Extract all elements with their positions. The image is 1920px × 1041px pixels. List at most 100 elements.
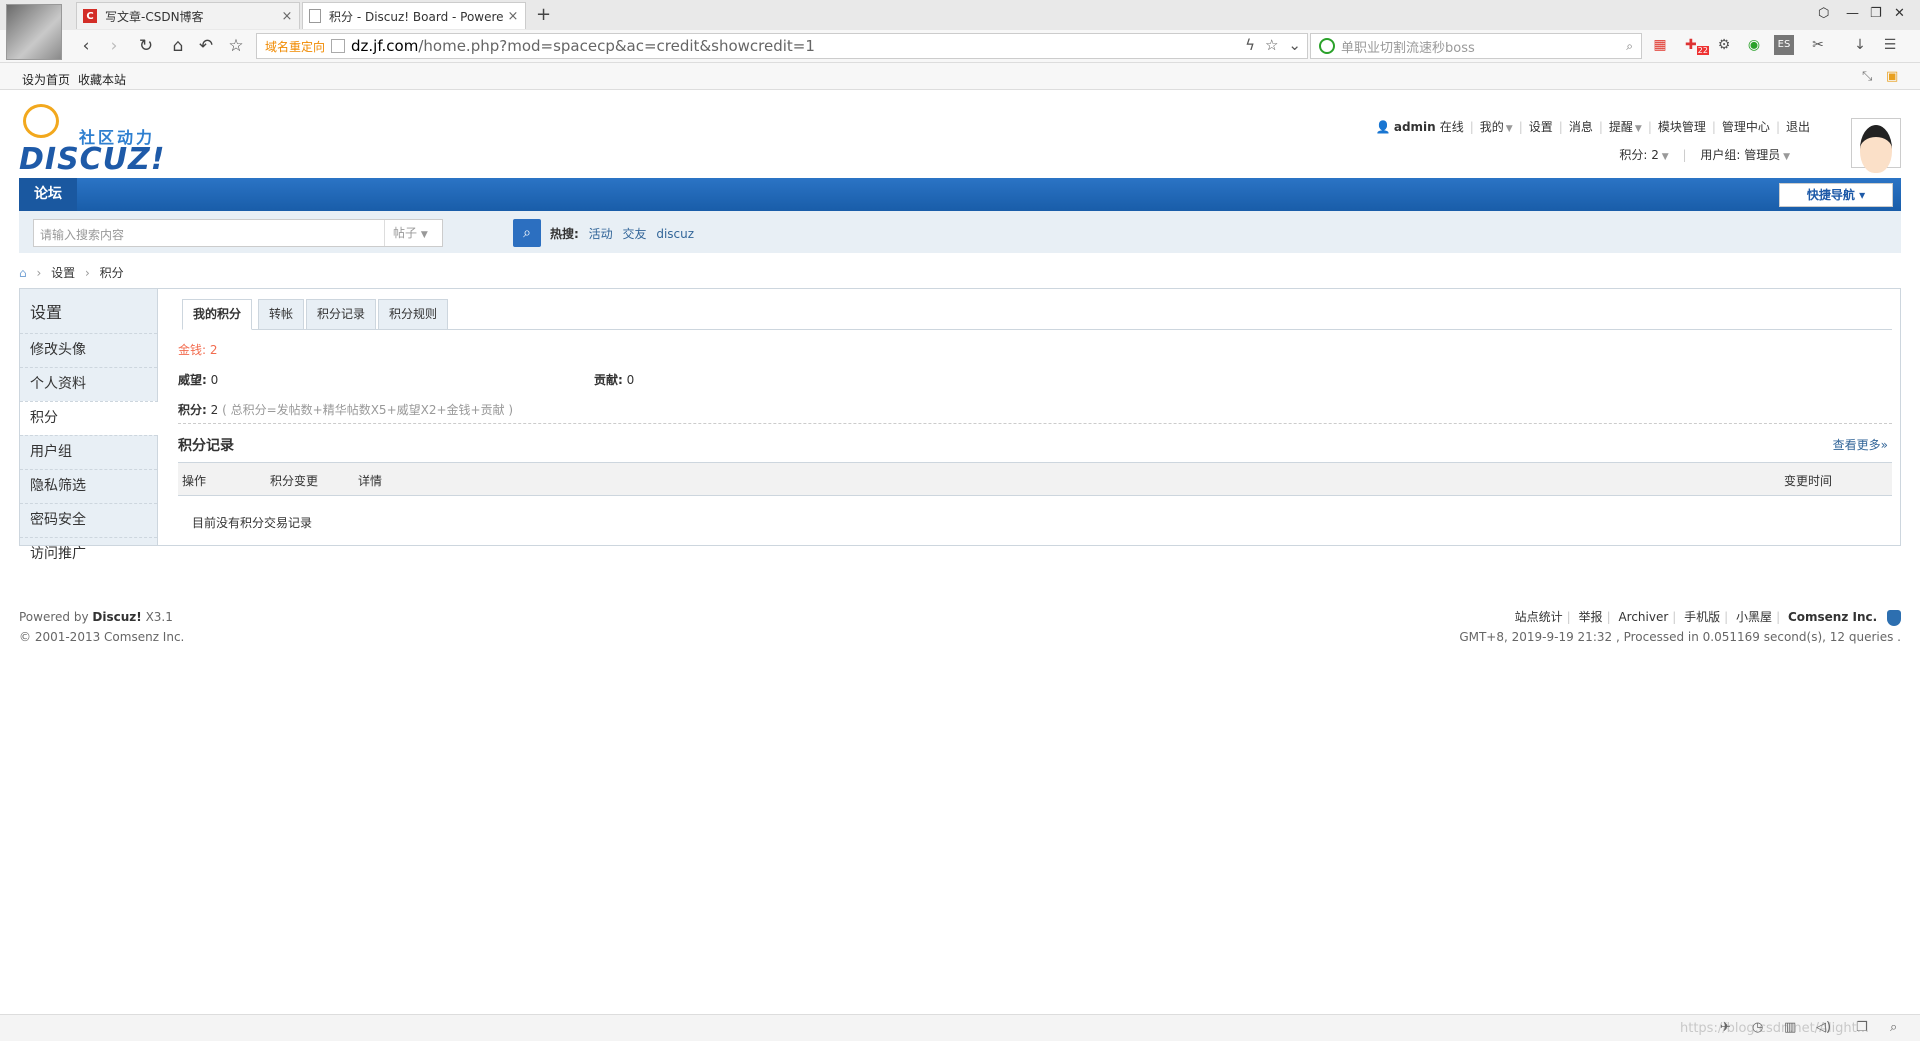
sidebar-item-profile[interactable]: 个人资料 xyxy=(20,367,157,401)
module-manage-link[interactable]: 模块管理 xyxy=(1658,118,1706,135)
hot-word-activity[interactable]: 活动 xyxy=(589,227,613,241)
url-path: /home.php?mod=spacecp&ac=credit&showcred… xyxy=(418,37,815,55)
back-icon[interactable]: ‹ xyxy=(76,36,96,56)
extension-badge-icon[interactable]: ✚22 xyxy=(1685,35,1709,55)
bookmark-star-icon[interactable]: ☆ xyxy=(1265,36,1278,54)
close-tab-icon[interactable]: × xyxy=(279,9,295,24)
page-favicon-icon xyxy=(309,9,321,23)
admin-center-link[interactable]: 管理中心 xyxy=(1722,118,1770,135)
undo-close-icon[interactable]: ↶ xyxy=(196,36,216,56)
hot-search-label: 热搜: xyxy=(550,227,579,241)
powered-by-link[interactable]: Discuz! xyxy=(92,610,141,624)
lightning-icon[interactable]: ϟ xyxy=(1245,36,1255,54)
forward-icon[interactable]: › xyxy=(104,36,124,56)
contribution-value: 0 xyxy=(626,373,635,387)
url-dropdown-icon[interactable]: ⌄ xyxy=(1288,36,1301,54)
search-category-select[interactable]: 帖子 ▼ xyxy=(384,220,442,246)
settings-sidebar: 设置 修改头像 个人资料 积分 用户组 隐私筛选 密码安全 访问推广 xyxy=(20,289,158,562)
download-icon[interactable]: ↓ xyxy=(1850,35,1870,55)
skin-icon[interactable]: ⬡ xyxy=(1818,6,1829,21)
bookmark-add-favorite[interactable]: 收藏本站 xyxy=(78,71,126,88)
tab-credit-rules[interactable]: 积分规则 xyxy=(378,299,449,330)
notifications-menu[interactable]: 提醒 ▼ xyxy=(1609,118,1642,135)
home-icon[interactable]: ⌂ xyxy=(19,266,27,280)
browser-profile-avatar[interactable] xyxy=(6,4,62,60)
sidebar-item-promotion[interactable]: 访问推广 xyxy=(20,537,157,571)
restore-icon[interactable]: ❐ xyxy=(1870,6,1882,21)
bookmark-set-homepage[interactable]: 设为首页 xyxy=(22,71,70,88)
globe-icon[interactable]: ◉ xyxy=(1744,35,1764,55)
trash-icon[interactable]: ▥ xyxy=(1784,1020,1796,1035)
pin-icon[interactable]: ✈ xyxy=(1720,1020,1731,1035)
total-credit-label: 积分: xyxy=(178,403,207,417)
powered-by: Powered by Discuz! X3.1 xyxy=(19,610,173,624)
breadcrumb-settings[interactable]: 设置 xyxy=(51,266,75,280)
new-tab-icon[interactable]: + xyxy=(536,4,551,25)
nav-forum[interactable]: 论坛 xyxy=(19,178,77,211)
search-engine-icon[interactable] xyxy=(1319,38,1335,54)
credit-log-header: 操作 积分变更 详情 变更时间 xyxy=(178,462,1892,496)
sidebar-item-privacy[interactable]: 隐私筛选 xyxy=(20,469,157,503)
browser-tabbar: C 写文章-CSDN博客 × 积分 - Discuz! Board - Powe… xyxy=(0,0,1920,30)
window-icon[interactable]: ❐ xyxy=(1856,1020,1868,1035)
favorite-star-icon[interactable]: ☆ xyxy=(226,36,246,56)
es-extension-icon[interactable]: ES xyxy=(1774,35,1794,55)
divider xyxy=(178,423,1892,424)
footer-link-mobile[interactable]: 手机版 xyxy=(1684,610,1720,624)
usergroup-menu[interactable]: 用户组: 管理员 ▼ xyxy=(1700,148,1790,162)
footer-link-blackroom[interactable]: 小黑屋 xyxy=(1736,610,1772,624)
search-icon[interactable]: ⌕ xyxy=(1626,39,1633,54)
tab-my-credit[interactable]: 我的积分 xyxy=(182,299,253,330)
search-icon: ⌕ xyxy=(523,225,531,241)
my-menu[interactable]: 我的 ▼ xyxy=(1480,118,1513,135)
col-change-time: 变更时间 xyxy=(1784,474,1833,488)
browser-tab-credit[interactable]: 积分 - Discuz! Board - Powere × xyxy=(302,2,526,29)
address-bar[interactable]: 域名重定向 dz.jf.com /home.php?mod=spacecp&ac… xyxy=(256,33,1308,59)
sidebar-item-avatar[interactable]: 修改头像 xyxy=(20,333,157,367)
hot-word-discuz[interactable]: discuz xyxy=(656,227,694,241)
site-search-input[interactable]: 请输入搜索内容 帖子 ▼ xyxy=(33,219,443,247)
sidebar-item-credit[interactable]: 积分 xyxy=(20,401,158,435)
hot-word-friends[interactable]: 交友 xyxy=(622,227,646,241)
site-logo[interactable]: 社区动力 DISCUZ! xyxy=(19,104,164,177)
volume-icon[interactable]: ◁) xyxy=(1816,1020,1831,1035)
search-button[interactable]: ⌕ xyxy=(513,219,541,247)
collapse-icon[interactable]: ⤡ xyxy=(1862,69,1872,84)
settings-link[interactable]: 设置 xyxy=(1529,118,1553,135)
browser-search-box[interactable]: 单职业切割流速秒boss ⌕ xyxy=(1310,33,1642,59)
username-link[interactable]: admin xyxy=(1394,120,1436,134)
footer-company[interactable]: Comsenz Inc. xyxy=(1788,610,1877,624)
apps-grid-icon[interactable]: ▦ xyxy=(1650,35,1670,55)
page-info-icon[interactable] xyxy=(331,39,346,53)
user-avatar[interactable] xyxy=(1851,118,1901,173)
minimize-icon[interactable]: — xyxy=(1846,6,1859,21)
notes-icon[interactable]: ▣ xyxy=(1886,69,1898,84)
url-domain: dz.jf.com xyxy=(351,37,419,55)
footer-link-archiver[interactable]: Archiver xyxy=(1618,610,1668,624)
history-icon[interactable]: ◷ xyxy=(1752,1020,1763,1035)
contribution-row: 贡献: 0 xyxy=(594,371,634,388)
tab-credit-log[interactable]: 积分记录 xyxy=(306,299,377,330)
zoom-icon[interactable]: ⌕ xyxy=(1890,1020,1897,1035)
logout-link[interactable]: 退出 xyxy=(1786,118,1810,135)
credit-menu[interactable]: 积分: 2 ▼ xyxy=(1619,148,1668,162)
col-credit-change: 积分变更 xyxy=(270,474,319,488)
view-more-link[interactable]: 查看更多» xyxy=(1833,436,1888,453)
menu-icon[interactable]: ☰ xyxy=(1880,35,1900,55)
sidebar-item-password[interactable]: 密码安全 xyxy=(20,503,157,537)
footer-link-report[interactable]: 举报 xyxy=(1579,610,1603,624)
footer-link-stats[interactable]: 站点统计 xyxy=(1515,610,1563,624)
reload-icon[interactable]: ↻ xyxy=(136,36,156,56)
close-window-icon[interactable]: ✕ xyxy=(1894,6,1905,21)
home-icon[interactable]: ⌂ xyxy=(168,36,188,56)
security-shield-icon[interactable] xyxy=(1887,609,1901,626)
close-tab-icon[interactable]: × xyxy=(505,9,521,24)
browser-tab-csdn[interactable]: C 写文章-CSDN博客 × xyxy=(76,2,300,29)
quick-nav-button[interactable]: 快捷导航 ▾ xyxy=(1779,183,1893,207)
tab-transfer[interactable]: 转帐 xyxy=(258,299,305,330)
translate-icon[interactable]: ⚙ xyxy=(1714,35,1734,55)
hot-search: 热搜: 活动 交友 discuz xyxy=(550,225,694,242)
sidebar-item-usergroup[interactable]: 用户组 xyxy=(20,435,157,469)
scissors-icon[interactable]: ✂ xyxy=(1808,35,1828,55)
messages-link[interactable]: 消息 xyxy=(1569,118,1593,135)
